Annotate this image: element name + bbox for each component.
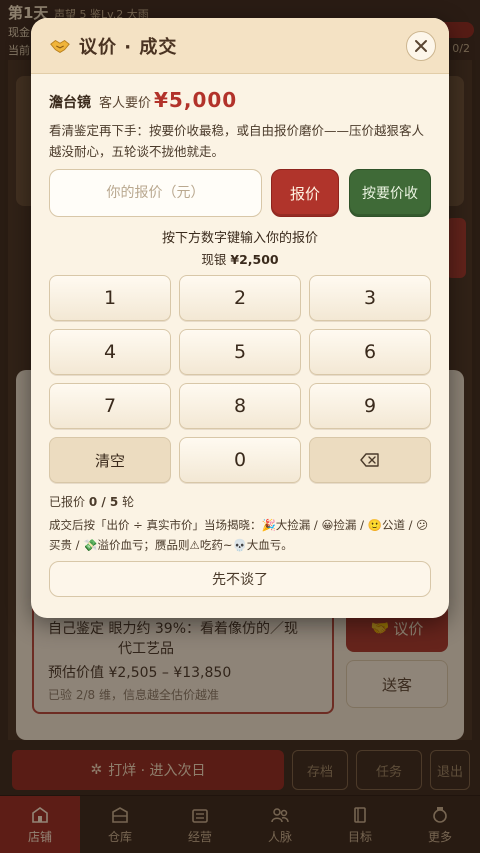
key-6[interactable]: 6	[309, 329, 431, 375]
offer-button[interactable]: 报价	[271, 169, 339, 217]
cash-value: ¥2,500	[230, 252, 279, 267]
key-4[interactable]: 4	[49, 329, 171, 375]
cash-label: 现银	[201, 252, 227, 267]
rounds-label: 已报价	[49, 495, 86, 509]
key-8[interactable]: 8	[179, 383, 301, 429]
backspace-key[interactable]	[309, 437, 431, 483]
dialog-title: 议价 · 成交	[79, 36, 178, 58]
ask-price: ¥5,000	[154, 88, 238, 112]
handshake-icon	[50, 39, 70, 53]
price-input[interactable]	[49, 169, 262, 217]
keypad-hint: 按下方数字键输入你的报价	[161, 231, 318, 246]
dialog-header: 议价 · 成交	[31, 18, 449, 74]
key-9[interactable]: 9	[309, 383, 431, 429]
key-1[interactable]: 1	[49, 275, 171, 321]
close-button[interactable]	[406, 31, 436, 61]
rounds-counter: 已报价 0 / 5 轮	[49, 493, 134, 510]
rounds-unit: 轮	[122, 495, 135, 509]
accept-asking-price-button[interactable]: 按要价收	[349, 169, 431, 217]
cash-display: 现银 ¥2,500	[31, 249, 449, 268]
number-keypad: 1 2 3 4 5 6 7 8 9 清空 0	[49, 275, 431, 483]
key-7[interactable]: 7	[49, 383, 171, 429]
key-0[interactable]: 0	[179, 437, 301, 483]
ask-label: 客人要价	[99, 96, 152, 111]
rounds-value: 0 / 5	[88, 495, 119, 509]
backspace-icon	[360, 453, 379, 467]
key-2[interactable]: 2	[179, 275, 301, 321]
clear-key[interactable]: 清空	[49, 437, 171, 483]
outcome-rule: 成交后按「出价 ÷ 真实市价」当场揭晓：🎉大捡漏 / 😀捡漏 / 🙂公道 / 😕…	[49, 518, 429, 552]
key-3[interactable]: 3	[309, 275, 431, 321]
item-name: 澹台镜	[49, 95, 91, 111]
bargain-dialog: 议价 · 成交 澹台镜 客人要价 ¥5,000 看清鉴定再下手：按要价收最稳，或…	[31, 18, 449, 618]
bargain-description: 看清鉴定再下手：按要价收最稳，或自由报价磨价——压价越狠客人越没耐心，五轮谈不拢…	[49, 123, 425, 159]
item-info: 澹台镜 客人要价 ¥5,000	[49, 88, 237, 112]
quit-negotiation-button[interactable]: 先不谈了	[49, 561, 431, 597]
close-icon	[415, 40, 427, 52]
key-5[interactable]: 5	[179, 329, 301, 375]
